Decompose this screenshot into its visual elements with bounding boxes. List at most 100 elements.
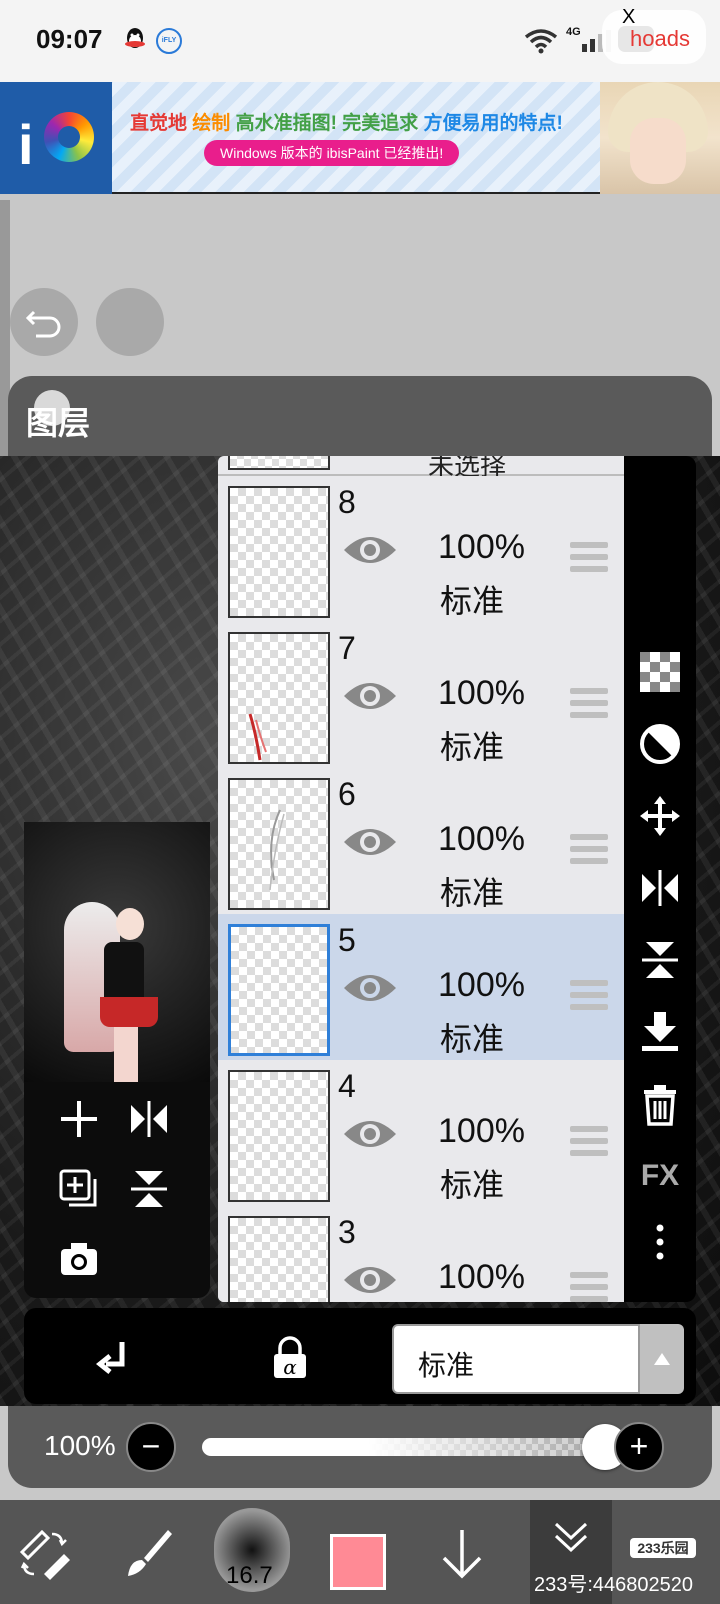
flip-layer-horizontal-button[interactable] xyxy=(124,1094,174,1144)
flip-vertical-button[interactable] xyxy=(634,934,686,986)
layer-number: 6 xyxy=(338,776,356,812)
move-button[interactable] xyxy=(634,790,686,842)
brush-tool-button[interactable] xyxy=(116,1522,180,1586)
reorder-handle-icon[interactable] xyxy=(570,1126,608,1156)
reorder-handle-icon[interactable] xyxy=(570,542,608,572)
layer-blend-mode: 标准 xyxy=(440,875,505,911)
canvas-preview xyxy=(24,822,210,1082)
ibispaint-logo: i xyxy=(0,82,112,194)
layer-opacity: 100% xyxy=(438,820,525,858)
opacity-slider[interactable] xyxy=(202,1438,618,1456)
add-layer-button[interactable] xyxy=(54,1094,104,1144)
visibility-eye-icon[interactable] xyxy=(342,678,398,714)
undo-icon xyxy=(25,310,61,338)
layer-row-8[interactable]: 8 100% 标准 xyxy=(218,476,624,626)
layer-thumbnail xyxy=(228,486,330,618)
panel-title: 图层 xyxy=(26,405,91,441)
layer-row-partial[interactable]: 未选择 xyxy=(218,456,624,481)
watermark-badge: 233乐园 xyxy=(630,1538,696,1558)
visibility-eye-icon[interactable] xyxy=(342,532,398,568)
add-layer-icon xyxy=(61,1101,97,1137)
svg-text:α: α xyxy=(283,1355,297,1379)
undo-button[interactable] xyxy=(10,288,78,356)
ad-label: hoads xyxy=(630,26,690,51)
reorder-handle-icon[interactable] xyxy=(570,834,608,864)
tool-switch-icon xyxy=(19,1529,70,1580)
duplicate-layer-button[interactable] xyxy=(54,1164,104,1214)
ifly-icon: iFLY xyxy=(156,28,182,54)
ad-headline-part: 绘制 xyxy=(192,113,231,134)
transparent-fill-button[interactable] xyxy=(634,646,686,698)
flip-horizontal-button[interactable] xyxy=(634,862,686,914)
delete-layer-button[interactable] xyxy=(634,1078,686,1130)
status-bar: 09:07 iFLY 4G X hoads xyxy=(0,0,720,82)
layer-row-5[interactable]: 5 100% 标准 xyxy=(218,914,624,1064)
ad-headline-part: 方便易用的特点! xyxy=(423,113,563,134)
more-options-button[interactable] xyxy=(634,1216,686,1268)
merge-down-button[interactable] xyxy=(634,1006,686,1058)
layer-blend-mode: 标准 xyxy=(440,729,505,765)
layer-row-6[interactable]: 6 100% 标准 xyxy=(218,768,624,918)
visibility-eye-icon[interactable] xyxy=(342,1116,398,1152)
flip-horizontal-icon xyxy=(642,870,678,906)
more-icon xyxy=(656,1224,664,1260)
layer-number: 3 xyxy=(338,1214,356,1250)
qq-icon xyxy=(125,28,145,48)
opacity-decrease-button[interactable]: − xyxy=(126,1422,176,1472)
layer-opacity: 100% xyxy=(438,528,525,566)
layer-row-3[interactable]: 3 100% 标准 xyxy=(218,1206,624,1302)
ad-headline-part: 完美追求 xyxy=(342,113,419,134)
ad-headline-part: 直觉地 xyxy=(130,113,188,134)
layer-number: 5 xyxy=(338,922,356,958)
flip-layer-horizontal-icon xyxy=(131,1101,167,1137)
opacity-value: 100% xyxy=(44,1430,116,1461)
reorder-handle-icon[interactable] xyxy=(570,688,608,718)
layer-opacity: 100% xyxy=(438,674,525,712)
blend-mode-dropdown-button[interactable] xyxy=(640,1324,684,1394)
wifi-icon xyxy=(524,29,558,54)
redo-button[interactable] xyxy=(96,288,164,356)
ad-banner[interactable]: i 直觉地 绘制 高水准插图! 完美追求 方便易用的特点! Windows 版本… xyxy=(0,82,720,194)
lock-alpha-icon: α xyxy=(274,1336,306,1379)
layer-actions xyxy=(24,1082,210,1298)
ad-subline: Windows 版本的 ibisPaint 已经推出! xyxy=(204,140,460,166)
visibility-eye-icon[interactable] xyxy=(342,1262,398,1298)
ad-character-image xyxy=(600,82,720,194)
layer-blend-mode: 标准 xyxy=(440,1167,505,1203)
visibility-eye-icon[interactable] xyxy=(342,970,398,1006)
duplicate-layer-icon xyxy=(59,1169,97,1207)
flip-layer-vertical-button[interactable] xyxy=(124,1164,174,1214)
clipping-button[interactable] xyxy=(88,1330,144,1386)
layer-opacity: 100% xyxy=(438,966,525,1004)
move-icon xyxy=(640,796,680,836)
layer-down-button[interactable] xyxy=(430,1522,494,1586)
blend-mode-select[interactable]: 标准 xyxy=(392,1324,640,1394)
arrow-down-icon xyxy=(442,1530,482,1579)
camera-button[interactable] xyxy=(54,1234,104,1284)
brush-size-value: 16.7 xyxy=(226,1562,273,1589)
layer-list[interactable]: 未选择 8 100% 标准 7 100% 标准 6 100% 标准 5 100%… xyxy=(218,456,624,1302)
ad-headline: 直觉地 绘制 高水准插图! 完美追求 方便易用的特点! xyxy=(130,108,563,135)
layer-row-4[interactable]: 4 100% 标准 xyxy=(218,1060,624,1210)
visibility-eye-icon[interactable] xyxy=(342,824,398,860)
opacity-increase-button[interactable]: + xyxy=(614,1422,664,1472)
reorder-handle-icon[interactable] xyxy=(570,980,608,1010)
layer-opacity: 100% xyxy=(438,1112,525,1150)
layer-thumbnail xyxy=(228,632,330,764)
flip-layer-vertical-icon xyxy=(131,1171,167,1207)
invert-button[interactable] xyxy=(634,718,686,770)
fx-button[interactable]: FX xyxy=(634,1150,686,1202)
layer-thumbnail xyxy=(228,456,330,470)
triangle-up-icon xyxy=(654,1353,670,1365)
tool-switch-button[interactable] xyxy=(12,1522,76,1586)
layer-blend-mode: 标准 xyxy=(440,1021,505,1057)
status-time: 09:07 xyxy=(36,24,103,54)
layer-opacity: 100% xyxy=(438,1258,525,1296)
layer-row-7[interactable]: 7 100% 标准 xyxy=(218,622,624,772)
color-swatch[interactable] xyxy=(330,1534,386,1590)
ad-headline-part: 高水准插图! xyxy=(235,113,337,134)
layer-thumbnail xyxy=(228,1070,330,1202)
alpha-lock-button[interactable]: α xyxy=(262,1330,318,1386)
reorder-handle-icon[interactable] xyxy=(570,1272,608,1302)
layer-thumbnail xyxy=(228,778,330,910)
